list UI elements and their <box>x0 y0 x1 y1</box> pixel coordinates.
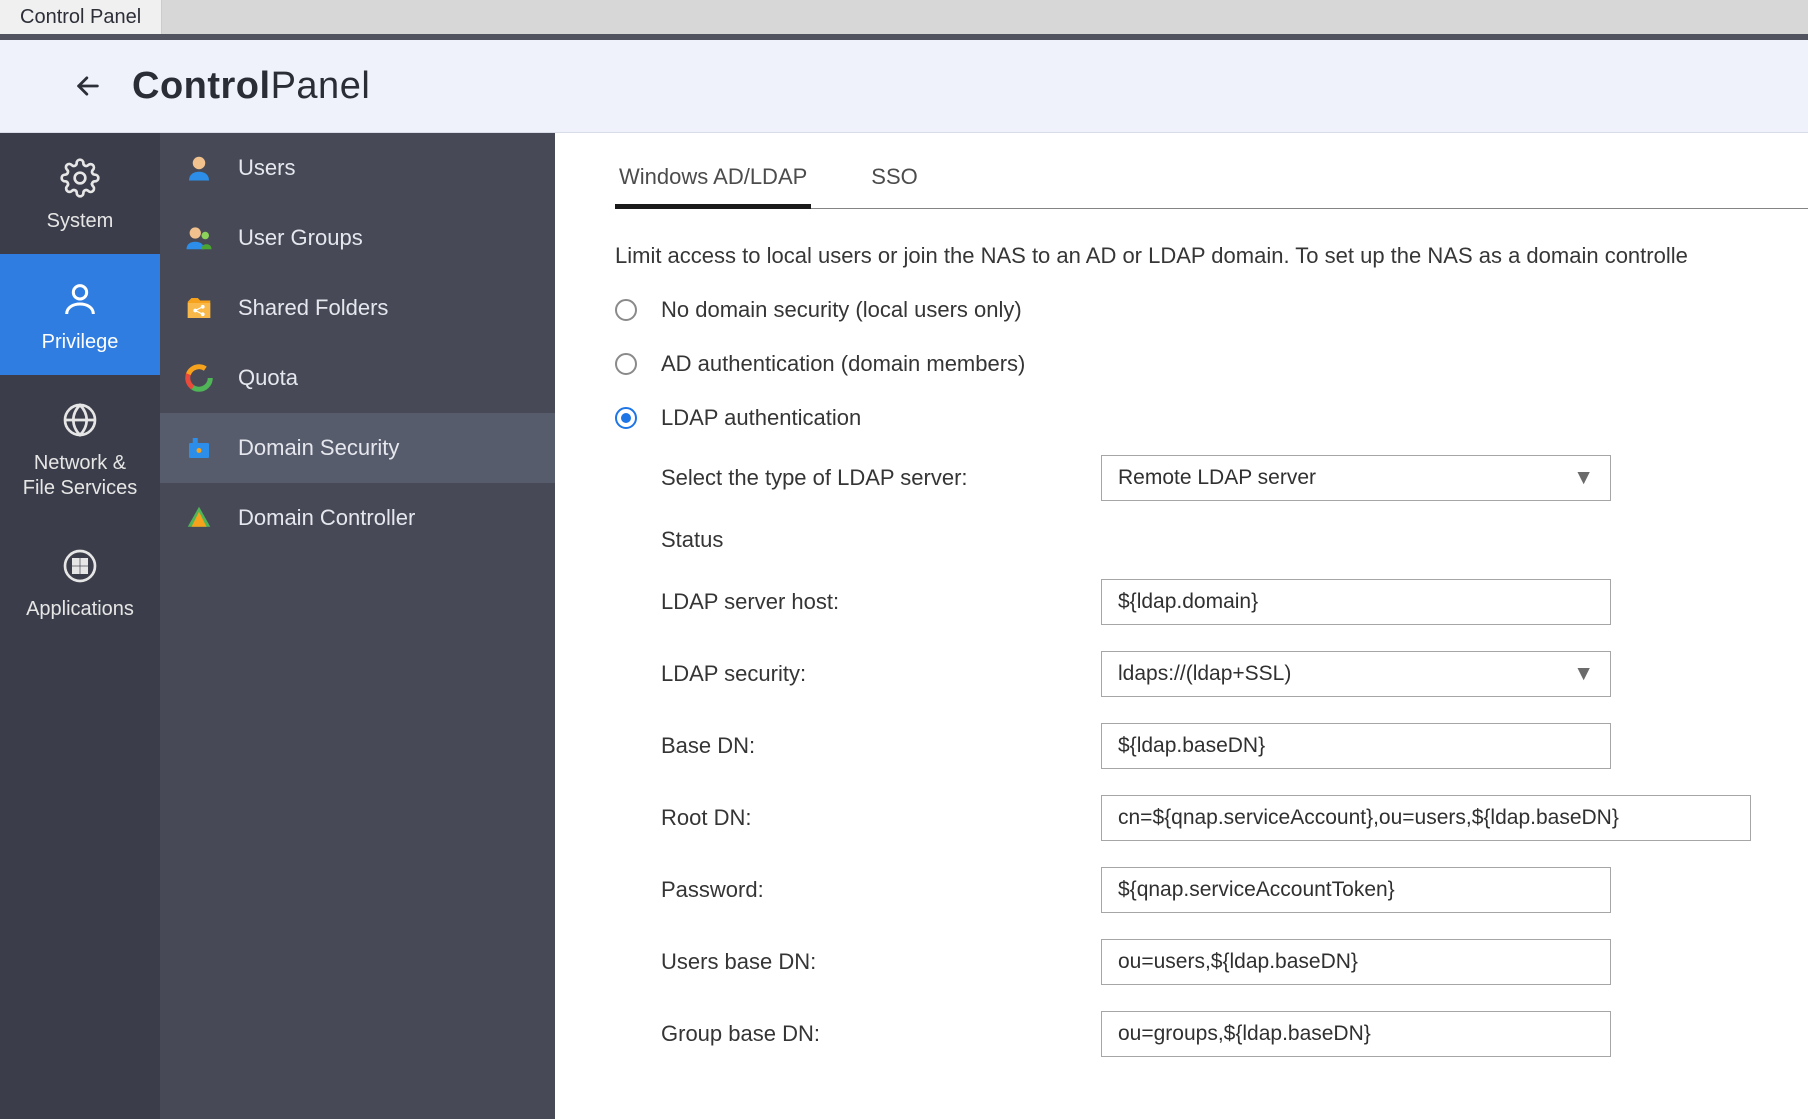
radio-row-ad-auth[interactable]: AD authentication (domain members) <box>615 351 1808 377</box>
radio-row-no-domain[interactable]: No domain security (local users only) <box>615 297 1808 323</box>
input-value: cn=${qnap.serviceAccount},ou=users,${lda… <box>1118 806 1619 830</box>
input-root-dn[interactable]: cn=${qnap.serviceAccount},ou=users,${lda… <box>1101 795 1751 841</box>
input-base-dn[interactable]: ${ldap.baseDN} <box>1101 723 1611 769</box>
select-value: Remote LDAP server <box>1118 466 1316 490</box>
domain-controller-icon <box>182 501 216 535</box>
nav-secondary-quota[interactable]: Quota <box>160 343 555 413</box>
arrow-left-icon <box>74 72 102 100</box>
content-pane: Windows AD/LDAP SSO Limit access to loca… <box>555 133 1808 1119</box>
ldap-form: Select the type of LDAP server: Remote L… <box>661 455 1808 1057</box>
label-ldap-security: LDAP security: <box>661 661 1101 687</box>
content-tabbar: Windows AD/LDAP SSO <box>615 133 1808 209</box>
page-header: ControlPanel <box>0 40 1808 133</box>
nav-secondary-label: Shared Folders <box>238 295 388 321</box>
nav-primary-privilege[interactable]: Privilege <box>0 254 160 375</box>
input-group-base-dn[interactable]: ou=groups,${ldap.baseDN} <box>1101 1011 1611 1057</box>
page-title: ControlPanel <box>132 65 370 108</box>
input-value: ${ldap.baseDN} <box>1118 734 1265 758</box>
nav-secondary-domain-controller[interactable]: Domain Controller <box>160 483 555 553</box>
tab-label: SSO <box>871 164 917 189</box>
select-value: ldaps://(ldap+SSL) <box>1118 662 1291 686</box>
radio-icon[interactable] <box>615 407 637 429</box>
input-ldap-host[interactable]: ${ldap.domain} <box>1101 579 1611 625</box>
label-password: Password: <box>661 877 1101 903</box>
gear-icon <box>57 155 103 201</box>
nav-secondary: Users User Groups Shared Folders Quota D… <box>160 133 555 1119</box>
tab-windows-ad-ldap[interactable]: Windows AD/LDAP <box>615 154 811 209</box>
label-ldap-host: LDAP server host: <box>661 589 1101 615</box>
nav-secondary-label: Domain Security <box>238 435 399 461</box>
nav-secondary-label: Domain Controller <box>238 505 415 531</box>
nav-secondary-users[interactable]: Users <box>160 133 555 203</box>
nav-secondary-label: Quota <box>238 365 298 391</box>
globe-icon <box>57 397 103 443</box>
input-users-base-dn[interactable]: ou=users,${ldap.baseDN} <box>1101 939 1611 985</box>
tab-sso[interactable]: SSO <box>867 154 921 209</box>
window-tab-label: Control Panel <box>20 6 141 29</box>
input-value: ${ldap.domain} <box>1118 590 1258 614</box>
section-description: Limit access to local users or join the … <box>615 243 1808 269</box>
radio-label: LDAP authentication <box>661 405 861 431</box>
tab-label: Windows AD/LDAP <box>619 164 807 189</box>
radio-row-ldap-auth[interactable]: LDAP authentication <box>615 405 1808 431</box>
label-server-type: Select the type of LDAP server: <box>661 465 1101 491</box>
chevron-down-icon: ▼ <box>1573 466 1594 490</box>
quota-icon <box>182 361 216 395</box>
label-users-base-dn: Users base DN: <box>661 949 1101 975</box>
user-icon <box>57 276 103 322</box>
select-ldap-security[interactable]: ldaps://(ldap+SSL) ▼ <box>1101 651 1611 697</box>
nav-secondary-shared-folders[interactable]: Shared Folders <box>160 273 555 343</box>
back-button[interactable] <box>72 70 104 102</box>
radio-label: AD authentication (domain members) <box>661 351 1025 377</box>
nav-primary-system[interactable]: System <box>0 133 160 254</box>
page-title-bold: Control <box>132 65 271 107</box>
nav-secondary-label: User Groups <box>238 225 363 251</box>
page-title-rest: Panel <box>271 65 371 107</box>
input-value: ${qnap.serviceAccountToken} <box>1118 878 1395 902</box>
window-tabbar-filler <box>162 0 1808 34</box>
domain-security-icon <box>182 431 216 465</box>
folder-share-icon <box>182 291 216 325</box>
person-icon <box>182 151 216 185</box>
window-tabbar: Control Panel <box>0 0 1808 40</box>
input-value: ou=users,${ldap.baseDN} <box>1118 950 1358 974</box>
nav-primary-label: Privilege <box>42 330 119 355</box>
nav-secondary-label: Users <box>238 155 295 181</box>
label-status: Status <box>661 527 1101 553</box>
nav-primary: System Privilege Network & File Services… <box>0 133 160 1119</box>
nav-primary-applications[interactable]: Applications <box>0 521 160 642</box>
nav-primary-network[interactable]: Network & File Services <box>0 375 160 521</box>
nav-primary-label: Network & File Services <box>23 451 137 501</box>
label-root-dn: Root DN: <box>661 805 1101 831</box>
nav-primary-label: Applications <box>26 597 134 622</box>
people-icon <box>182 221 216 255</box>
apps-icon <box>57 543 103 589</box>
input-password[interactable]: ${qnap.serviceAccountToken} <box>1101 867 1611 913</box>
label-base-dn: Base DN: <box>661 733 1101 759</box>
label-group-base-dn: Group base DN: <box>661 1021 1101 1047</box>
nav-secondary-user-groups[interactable]: User Groups <box>160 203 555 273</box>
radio-label: No domain security (local users only) <box>661 297 1022 323</box>
nav-secondary-domain-security[interactable]: Domain Security <box>160 413 555 483</box>
window-tab-control-panel[interactable]: Control Panel <box>0 0 162 34</box>
select-server-type[interactable]: Remote LDAP server ▼ <box>1101 455 1611 501</box>
radio-icon[interactable] <box>615 353 637 375</box>
nav-primary-label: System <box>47 209 114 234</box>
chevron-down-icon: ▼ <box>1573 662 1594 686</box>
radio-icon[interactable] <box>615 299 637 321</box>
input-value: ou=groups,${ldap.baseDN} <box>1118 1022 1371 1046</box>
